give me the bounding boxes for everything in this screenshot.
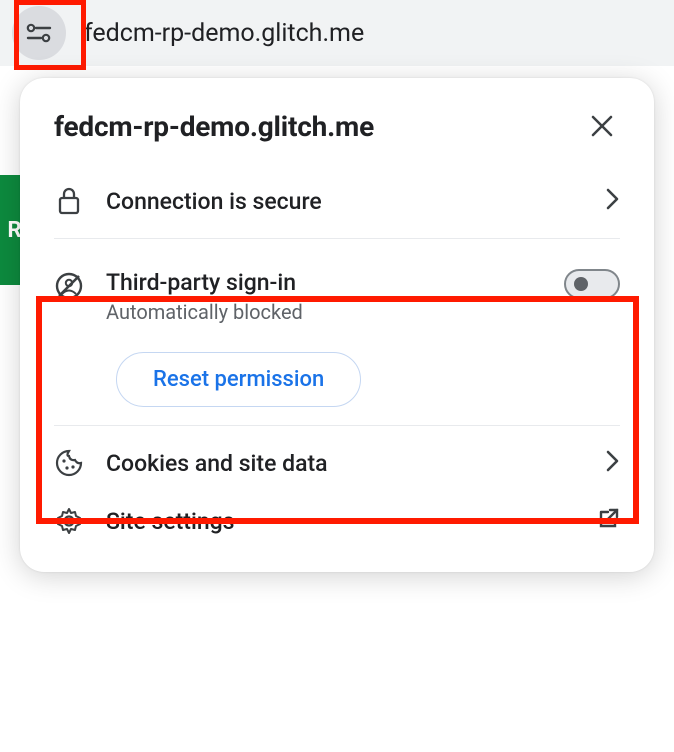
- cookie-icon: [54, 448, 84, 478]
- connection-row[interactable]: Connection is secure: [20, 172, 654, 230]
- divider: [54, 238, 620, 239]
- signin-label: Third-party sign-in: [106, 269, 542, 296]
- site-settings-row[interactable]: Site settings: [20, 492, 654, 550]
- signin-blocked-icon: [54, 271, 84, 301]
- url-text[interactable]: fedcm-rp-demo.glitch.me: [84, 19, 364, 48]
- chevron-right-icon: [606, 450, 620, 476]
- signin-toggle[interactable]: [564, 269, 620, 299]
- chevron-right-icon: [606, 188, 620, 214]
- site-controls-button[interactable]: [12, 6, 66, 60]
- popup-header: fedcm-rp-demo.glitch.me: [20, 108, 654, 172]
- close-button[interactable]: [584, 108, 620, 144]
- popup-title: fedcm-rp-demo.glitch.me: [54, 110, 374, 143]
- site-info-popup: fedcm-rp-demo.glitch.me Connection is se…: [20, 78, 654, 572]
- cookies-label: Cookies and site data: [106, 450, 584, 477]
- site-settings-label: Site settings: [106, 508, 574, 535]
- gear-icon: [54, 506, 84, 536]
- close-icon: [591, 115, 613, 137]
- toggle-knob: [574, 277, 588, 291]
- external-link-icon: [596, 507, 620, 535]
- url-bar: fedcm-rp-demo.glitch.me: [0, 0, 674, 66]
- tune-icon: [26, 23, 52, 43]
- divider: [54, 425, 620, 426]
- lock-icon: [54, 186, 84, 216]
- signin-sublabel: Automatically blocked: [106, 300, 542, 324]
- reset-permission-button[interactable]: Reset permission: [116, 352, 361, 407]
- connection-label: Connection is secure: [106, 188, 584, 215]
- third-party-signin-row: Third-party sign-in Automatically blocke…: [20, 247, 654, 330]
- cookies-row[interactable]: Cookies and site data: [20, 434, 654, 492]
